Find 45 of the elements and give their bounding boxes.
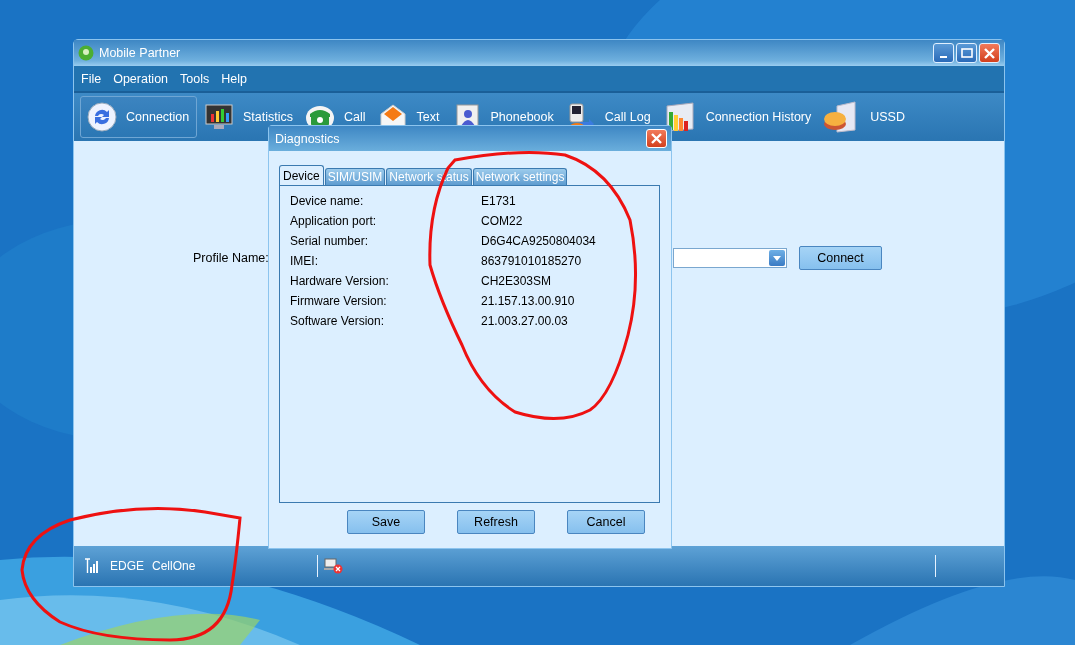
field-label: Device name: [290,194,365,208]
network-type: EDGE [110,559,144,573]
signal-icon [84,558,100,574]
menu-item[interactable]: Operation [113,71,169,86]
menu-item[interactable]: Tools [180,71,210,86]
menu-item[interactable]: File [81,71,102,86]
field-value: 21.157.13.00.910 [481,294,576,308]
field-label: Application port: [290,214,378,228]
maximize-button[interactable] [956,43,977,63]
monitor-chart-icon [204,102,234,132]
field-label: Serial number: [290,234,370,248]
close-icon [651,133,662,144]
field-value: CH2E303SM [481,274,553,288]
dialog-button[interactable]: Cancel [567,510,645,534]
field-value: D6G4CA9250804034 [481,234,597,248]
toolbar-button[interactable]: Connection [80,96,197,138]
toolbar-button[interactable]: USSD [816,96,910,138]
dialog-title: Diagnostics [275,131,340,146]
dialog-button[interactable]: Refresh [457,510,535,534]
minimize-icon [940,55,947,58]
close-icon [984,47,995,59]
dropdown-arrow-icon [773,255,781,261]
field-label: Firmware Version: [290,294,388,308]
window-title: Mobile Partner [99,46,181,60]
disconnected-computer-icon [324,558,345,574]
minimize-button[interactable] [933,43,954,63]
profile-dropdown[interactable] [673,248,787,268]
field-label: Software Version: [290,314,386,328]
field-value: E1731 [481,194,517,208]
field-value: COM22 [481,214,524,228]
sync-icon [87,102,117,132]
menu-item[interactable]: Help [221,71,247,86]
tab[interactable]: Network settings [472,168,568,185]
profile-name-label: Profile Name: [193,251,269,265]
field-value: 863791010185270 [481,254,583,268]
connect-button[interactable]: Connect [799,246,882,270]
field-value: 21.003.27.00.03 [481,314,569,328]
maximize-icon [960,48,973,58]
close-button[interactable] [979,43,1000,63]
app-logo-icon [78,45,94,61]
dialog-button[interactable]: Save [347,510,425,534]
field-label: Hardware Version: [290,274,390,288]
operator-name: CellOne [152,559,196,573]
tab[interactable]: Device [279,165,324,185]
field-label: IMEI: [290,254,319,268]
